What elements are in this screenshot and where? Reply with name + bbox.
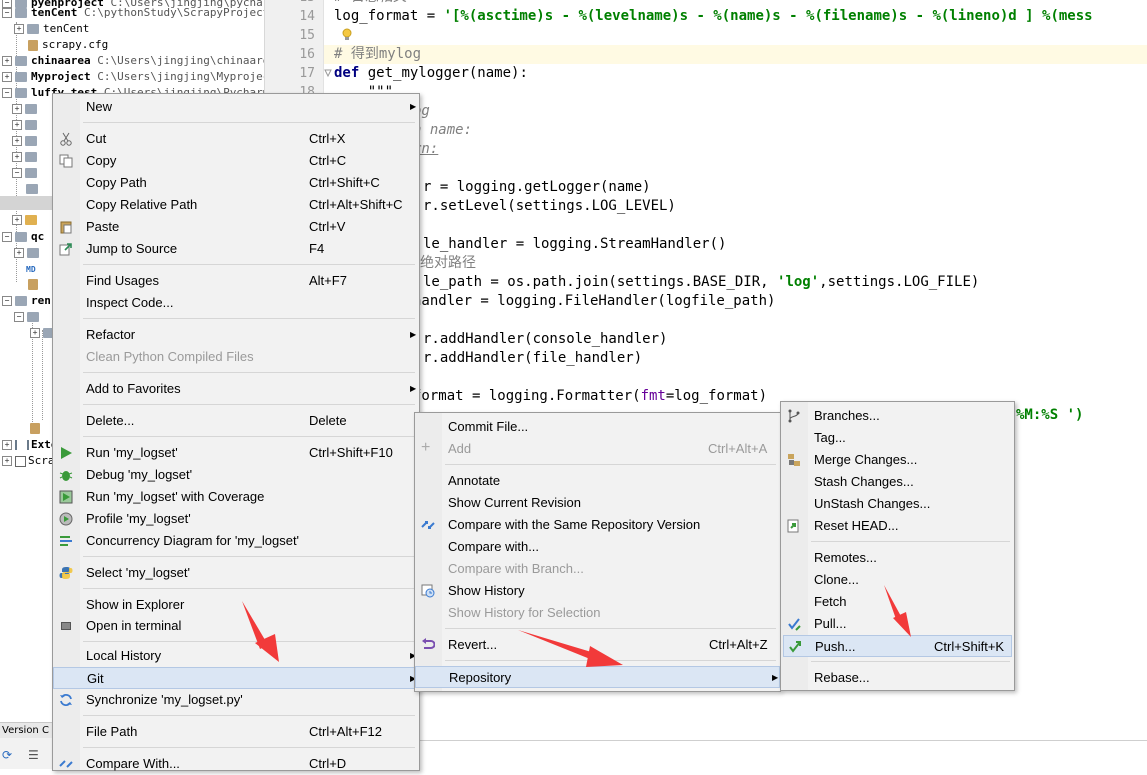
annotation-arrow [242, 601, 279, 662]
annotation-arrow [518, 630, 623, 667]
annotation-arrows [242, 585, 911, 667]
annotation-arrow [884, 585, 911, 637]
